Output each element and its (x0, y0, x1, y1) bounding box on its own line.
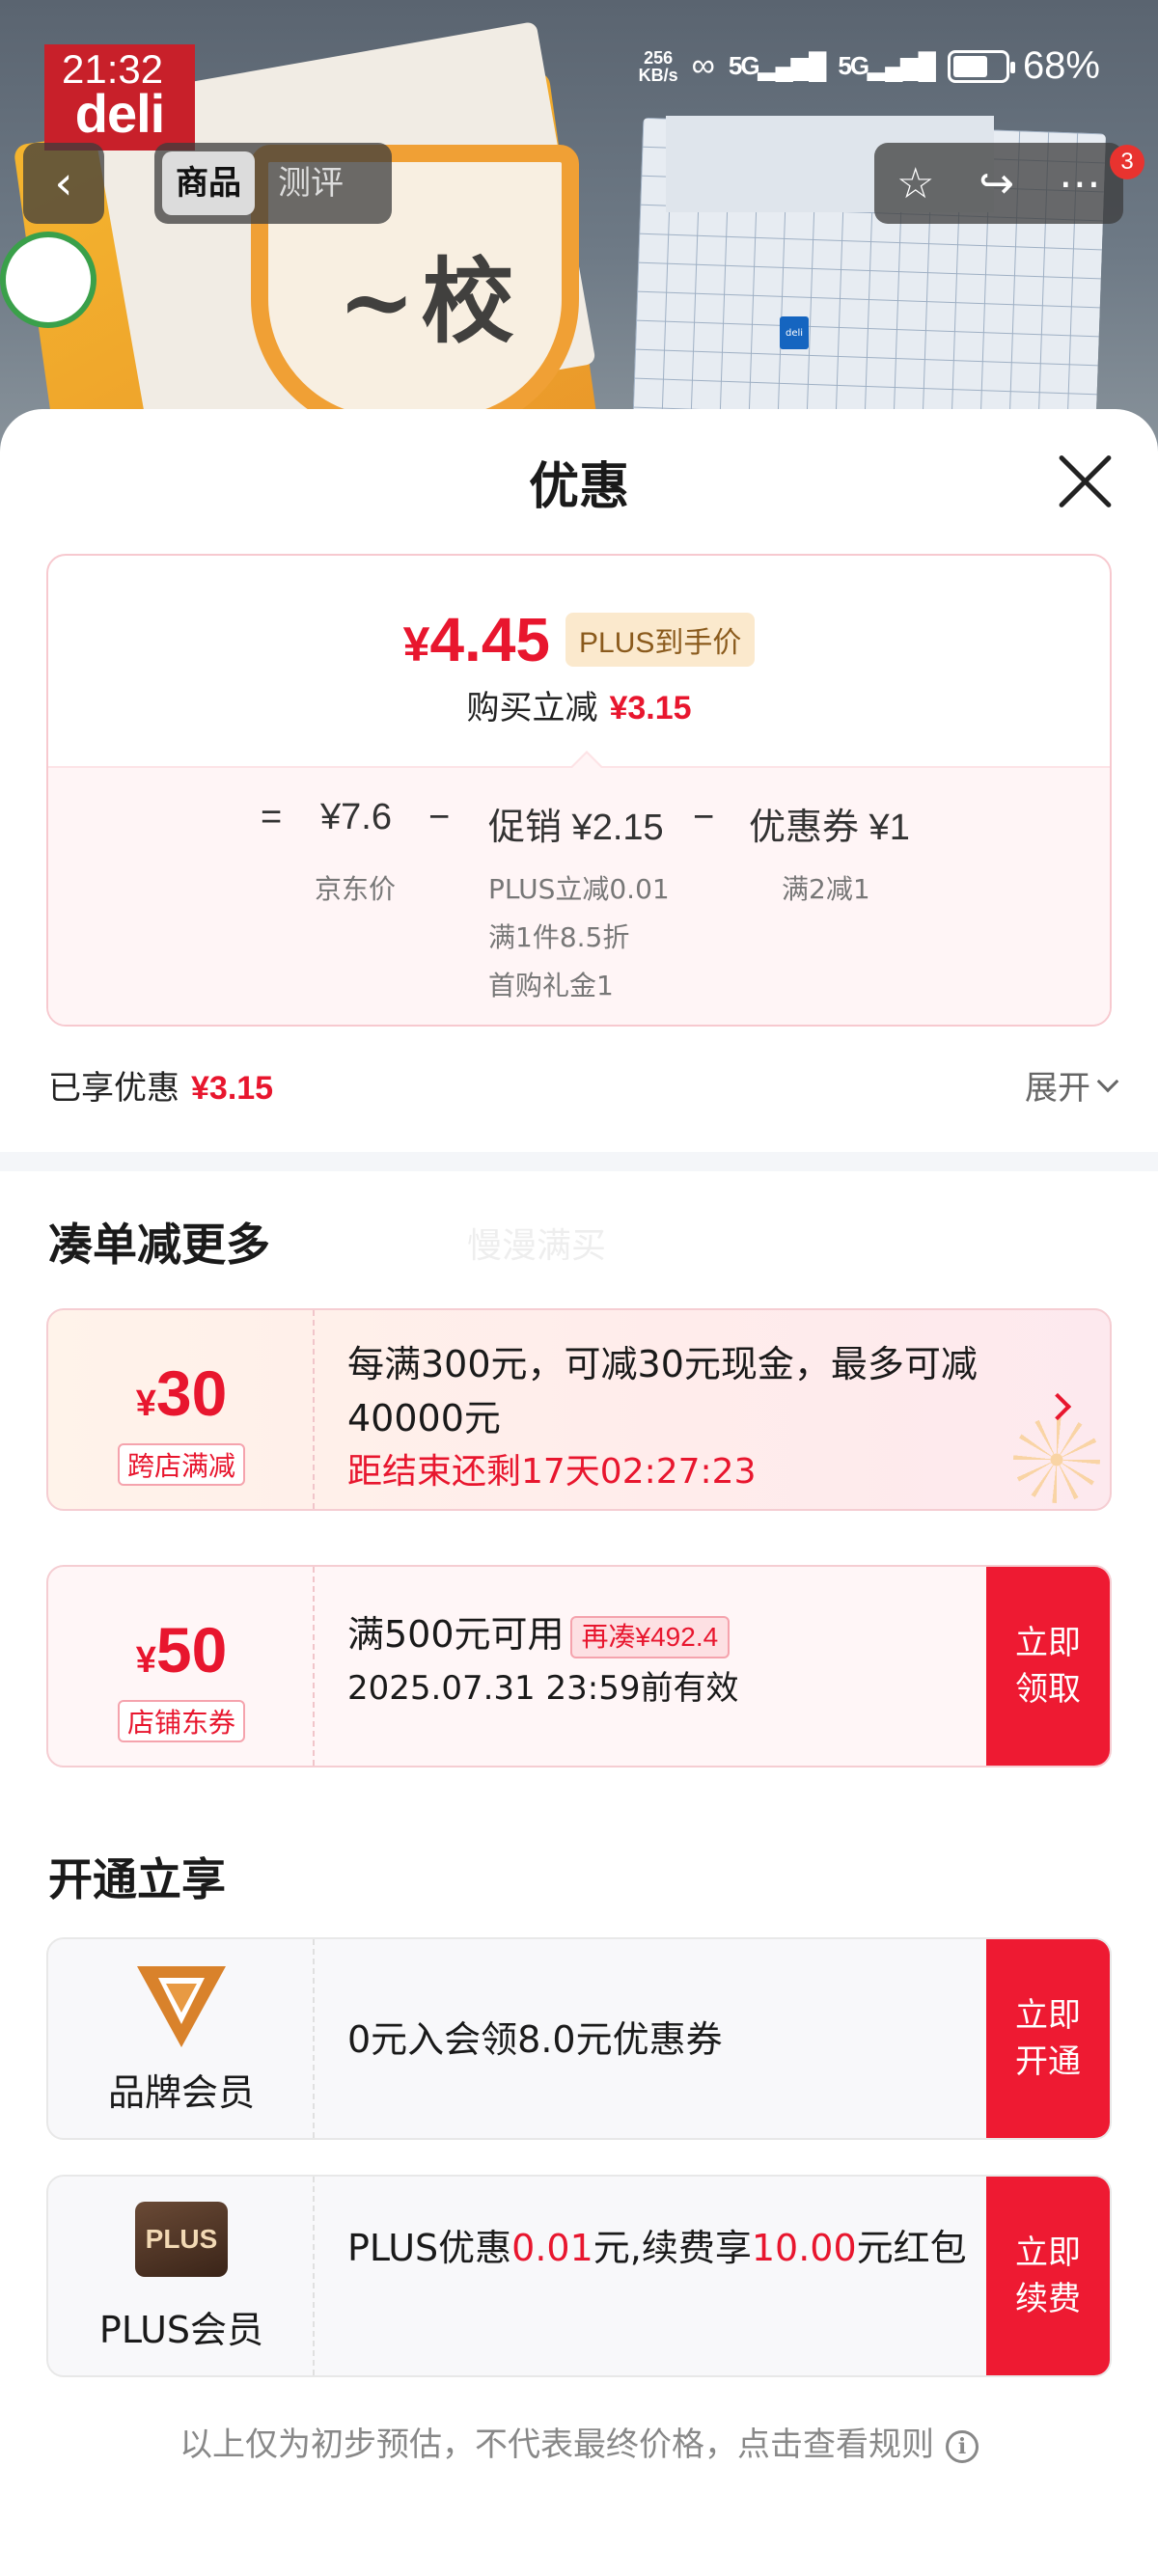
price-formula: = ¥7.6 − 促销 ¥2.15 − 优惠券 ¥1 京东价 PLUS立减0.0… (48, 751, 1110, 1025)
formula-minus: − (428, 797, 451, 837)
formula-minus: − (693, 797, 715, 837)
notification-badge: 3 (1110, 145, 1144, 179)
section-title-member: 开通立享 (48, 1853, 226, 1905)
coupon-type-tag: 跨店满减 (117, 1443, 245, 1486)
more-icon[interactable]: ⋯ (1059, 159, 1101, 208)
ghost-text: 慢漫满买 (467, 1226, 607, 1266)
top-actions: ☆ ↪ ⋯ (874, 143, 1123, 224)
formula-promo: 促销 ¥2.15 (488, 808, 664, 848)
star-icon[interactable]: ☆ (896, 159, 934, 208)
section-divider (0, 1152, 1158, 1171)
purchase-discount: 购买立减 ¥3.15 (466, 689, 692, 727)
join-member-button[interactable]: 立即 开通 (986, 1939, 1110, 2138)
certification-badge (0, 232, 96, 328)
coupon-type-tag: 店铺东券 (117, 1700, 245, 1742)
enjoyed-discount: 已享优惠 ¥3.15 (48, 1069, 274, 1108)
add-more-tag: 再凑¥492.4 (569, 1615, 731, 1658)
plus-logo-icon: PLUS (135, 2202, 228, 2277)
info-icon: i (946, 2429, 979, 2463)
jd-price-label: 京东价 (315, 873, 397, 905)
network-speed: 256 KB/s (638, 47, 678, 85)
tab-product[interactable]: 商品 (162, 151, 255, 215)
section-title-more: 凑单减更多 (48, 1219, 270, 1271)
battery-percent: 68% (1022, 44, 1100, 87)
signal-icon-1: 5G▂▄▆█ (728, 51, 827, 80)
final-price: ¥4.45 (402, 605, 550, 674)
promo-detail: PLUS立减0.01 (488, 873, 670, 905)
signal-icon-2: 5G▂▄▆█ (838, 51, 936, 80)
close-icon[interactable] (1056, 452, 1116, 511)
product-label-text: ~校 (338, 247, 520, 356)
sheet-title: 优惠 (528, 458, 629, 516)
battery-icon (947, 49, 1015, 83)
coupon-description: 满500元可用 再凑¥492.4 2025.07.31 23:59前有效 (347, 1607, 975, 1715)
brand-member-logo-icon (137, 1966, 226, 2047)
promo-detail: 首购礼金1 (488, 970, 614, 1001)
share-icon[interactable]: ↪ (979, 159, 1014, 208)
expand-button[interactable]: 展开 (1025, 1061, 1119, 1109)
claim-coupon-button[interactable]: 立即 领取 (986, 1567, 1110, 1766)
link-icon: ∞ (691, 47, 715, 84)
firework-decoration (1013, 1416, 1100, 1503)
status-bar: 21:32 256 KB/s ∞ 5G▂▄▆█ 5G▂▄▆█ 68% (0, 0, 1158, 116)
formula-coupon: 优惠券 ¥1 (749, 808, 910, 848)
coupon-validity: 2025.07.31 23:59前有效 (347, 1669, 739, 1708)
plus-price-tag: PLUS到手价 (565, 613, 756, 667)
renew-member-button[interactable]: 立即 续费 (986, 2177, 1110, 2375)
member-description: 0元入会领8.0元优惠券 (347, 2018, 723, 2061)
plus-member-card: PLUS PLUS会员 PLUS优惠0.01元,续费享10.00元红包 立即 续费 (46, 2175, 1112, 2377)
product-tabs: 商品 测评 (154, 143, 392, 224)
formula-equals: = (261, 797, 283, 837)
status-time: 21:32 (62, 46, 164, 92)
price-breakdown-card: ¥4.45 PLUS到手价 购买立减 ¥3.15 = ¥7.6 − 促销 ¥2.1… (46, 554, 1112, 1027)
coupon-amount: ¥50 (135, 1614, 228, 1685)
coupon-description: 每满300元，可减30元现金，最多可减40000元 距结束还剩17天02:27:… (347, 1337, 1004, 1499)
status-indicators: 256 KB/s ∞ 5G▂▄▆█ 5G▂▄▆█ 68% (639, 44, 1100, 88)
price-summary: ¥4.45 PLUS到手价 购买立减 ¥3.15 (48, 556, 1110, 766)
store-coupon: ¥50 店铺东券 满500元可用 再凑¥492.4 2025.07.31 23:5… (46, 1565, 1112, 1768)
discount-sheet: 优惠 ¥4.45 PLUS到手价 购买立减 ¥3.15 = ¥7.6 − 促销 ¥… (0, 409, 1158, 2576)
chevron-left-icon: ‹ (54, 156, 73, 210)
coupon-amount: ¥30 (135, 1357, 228, 1429)
chevron-down-icon (1096, 1070, 1119, 1092)
brand-member-card: 品牌会员 0元入会领8.0元优惠券 立即 开通 (46, 1937, 1112, 2140)
member-name: PLUS会员 (98, 2309, 264, 2351)
coupon-detail: 满2减1 (782, 873, 870, 905)
battery-fill (952, 55, 988, 77)
back-button[interactable]: ‹ (23, 143, 104, 224)
product-mini-logo: deli (780, 316, 809, 349)
promo-detail: 满1件8.5折 (488, 921, 630, 953)
coupon-countdown: 距结束还剩17天02:27:23 (347, 1452, 757, 1492)
footer-note[interactable]: 以上仅为初步预估，不代表最终价格，点击查看规则 i (0, 2418, 1158, 2465)
cross-store-coupon[interactable]: ¥30 跨店满减 每满300元，可减30元现金，最多可减40000元 距结束还剩… (46, 1308, 1112, 1511)
tab-review[interactable]: 测评 (264, 151, 357, 215)
formula-jd-price: ¥7.6 (320, 797, 392, 837)
member-description: PLUS优惠0.01元,续费享10.00元红包 (347, 2227, 967, 2269)
member-name: 品牌会员 (107, 2071, 255, 2114)
